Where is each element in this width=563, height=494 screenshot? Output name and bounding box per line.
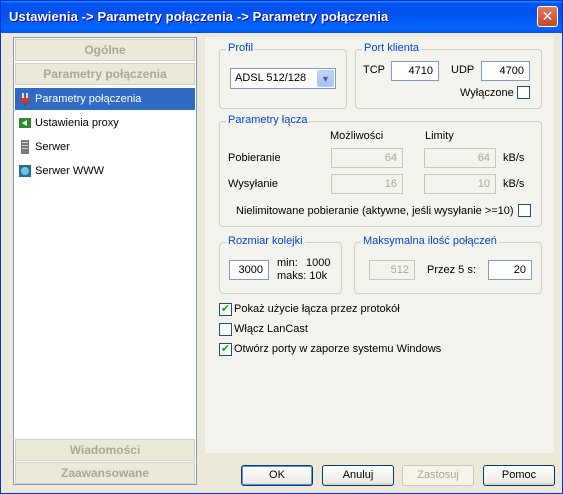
open-firewall-ports-label: Otwórz porty w zaporze systemu Windows [234, 343, 442, 355]
queue-size-legend: Rozmiar kolejki [226, 235, 305, 247]
ok-button[interactable]: OK [241, 465, 313, 486]
download-limit-input[interactable]: 64 [424, 148, 496, 168]
queue-size-input[interactable]: 3000 [229, 260, 269, 280]
udp-port-input[interactable]: 4700 [481, 61, 530, 81]
sidebar-item-proxy[interactable]: Ustawienia proxy [15, 112, 195, 134]
sidebar-item-label: Serwer [35, 141, 70, 153]
sidebar-item-connection-params[interactable]: Parametry połączenia [15, 88, 195, 110]
tcp-port-input[interactable]: 4710 [391, 61, 439, 81]
close-icon: ✕ [541, 8, 554, 24]
sidebar-item-label: Parametry połączenia [35, 93, 142, 105]
close-button[interactable]: ✕ [537, 6, 558, 27]
sidebar-header-general[interactable]: Ogólne [15, 39, 195, 61]
upload-limit-input[interactable]: 10 [424, 174, 496, 194]
cancel-button[interactable]: Anuluj [322, 465, 394, 486]
limits-column-header: Limity [425, 130, 454, 142]
tcp-label: TCP [363, 64, 385, 76]
max-connections-legend: Maksymalna ilość połączeń [361, 235, 499, 247]
enable-lancast-label: Włącz LanCast [234, 323, 308, 335]
max-connections-group: Maksymalna ilość połączeń 512 Przez 5 s:… [354, 235, 542, 294]
disabled-label: Wyłączone [460, 87, 514, 99]
upload-label: Wysyłanie [228, 178, 279, 190]
link-params-group: Parametry łącza Możliwości Limity Pobier… [219, 114, 542, 227]
sidebar-item-label: Ustawienia proxy [35, 117, 119, 129]
download-capacity-input[interactable]: 64 [331, 148, 403, 168]
udp-label: UDP [451, 64, 475, 76]
profile-selected-value: ADSL 512/128 [235, 72, 307, 84]
show-protocol-usage-checkbox[interactable]: ✔ [219, 303, 232, 316]
profile-group: Profil ADSL 512/128 ▼ [219, 42, 347, 109]
queue-size-group: Rozmiar kolejki 3000 min: 1000 maks: 10k [219, 235, 342, 294]
queue-min-label: min: [277, 257, 298, 269]
capacity-column-header: Możliwości [330, 130, 384, 142]
settings-window: Ustawienia -> Parametry połączenia -> Pa… [0, 0, 563, 494]
profile-select[interactable]: ADSL 512/128 ▼ [230, 68, 336, 89]
download-unit: kB/s [503, 152, 525, 164]
settings-sidebar: Ogólne Parametry połączenia Parametry po… [13, 37, 197, 485]
title-bar[interactable]: Ustawienia -> Parametry połączenia -> Pa… [1, 1, 562, 33]
unlimited-download-checkbox[interactable] [518, 204, 531, 217]
sidebar-footer-messages[interactable]: Wiadomości [15, 439, 195, 461]
sidebar-item-server[interactable]: Serwer [15, 136, 195, 158]
show-protocol-usage-label: Pokaż użycie łącza przez protokół [234, 303, 400, 315]
proxy-icon [19, 118, 31, 128]
chevron-down-icon[interactable]: ▼ [317, 70, 334, 87]
sidebar-item-label: Serwer WWW [35, 165, 105, 177]
queue-max-label: maks: 10k [277, 270, 328, 282]
plug-icon [21, 93, 29, 106]
sidebar-header-connection[interactable]: Parametry połączenia [15, 63, 195, 85]
per-5s-input[interactable]: 20 [488, 260, 532, 280]
disabled-checkbox[interactable] [517, 86, 530, 99]
profile-legend: Profil [226, 42, 256, 54]
download-label: Pobieranie [228, 152, 281, 164]
web-server-icon [19, 165, 31, 177]
queue-min-value: 1000 [306, 257, 331, 269]
client-port-group: Port klienta TCP 4710 UDP 4700 Wyłączone [355, 42, 542, 109]
sidebar-item-web-server[interactable]: Serwer WWW [15, 160, 195, 182]
upload-unit: kB/s [503, 178, 525, 190]
enable-lancast-checkbox[interactable] [219, 323, 232, 336]
dialog-body: Ogólne Parametry połączenia Parametry po… [5, 33, 558, 491]
server-icon [21, 140, 29, 154]
window-title: Ustawienia -> Parametry połączenia -> Pa… [9, 9, 389, 24]
open-firewall-ports-checkbox[interactable]: ✔ [219, 343, 232, 356]
client-port-legend: Port klienta [362, 42, 422, 54]
apply-button[interactable]: Zastosuj [402, 465, 474, 486]
settings-content: Profil ADSL 512/128 ▼ Port klienta TCP 4… [205, 37, 554, 453]
max-connections-input[interactable]: 512 [369, 260, 415, 280]
per-5s-label: Przez 5 s: [427, 264, 476, 276]
link-params-legend: Parametry łącza [226, 114, 310, 126]
sidebar-footer-advanced[interactable]: Zaawansowane [15, 462, 195, 484]
upload-capacity-input[interactable]: 16 [331, 174, 403, 194]
help-button[interactable]: Pomoc [483, 465, 555, 486]
unlimited-download-label: Nielimitowane pobieranie (aktywne, jeśli… [236, 205, 514, 217]
